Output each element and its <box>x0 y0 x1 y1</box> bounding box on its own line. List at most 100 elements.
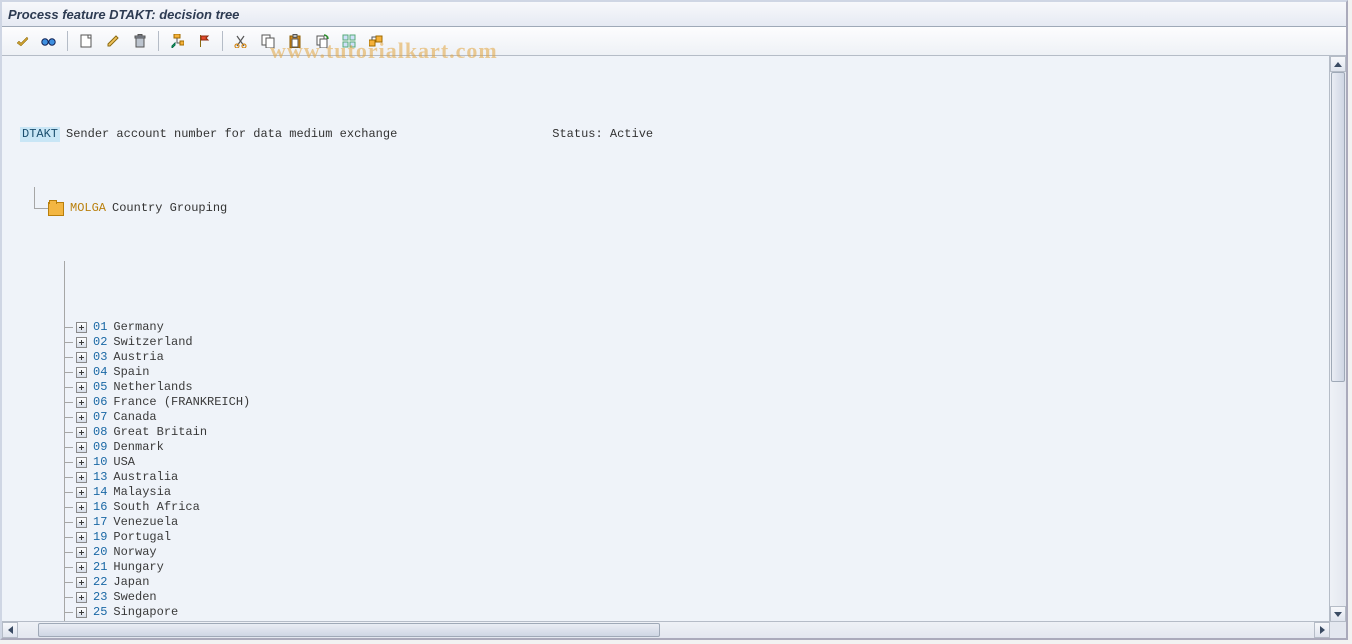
country-code: 02 <box>93 335 107 350</box>
country-code: 03 <box>93 350 107 365</box>
country-label: France (FRANKREICH) <box>113 395 250 410</box>
glasses-icon[interactable] <box>37 29 61 53</box>
grid-icon[interactable] <box>337 29 361 53</box>
scroll-up-button[interactable] <box>1330 56 1346 72</box>
scroll-thumb-horizontal[interactable] <box>38 623 660 637</box>
country-row[interactable]: 25Singapore <box>76 605 1328 620</box>
expand-icon[interactable] <box>76 367 87 378</box>
scroll-thumb-vertical[interactable] <box>1331 72 1345 382</box>
country-row[interactable]: 07Canada <box>76 410 1328 425</box>
root-code: DTAKT <box>20 127 60 142</box>
country-row[interactable]: 03 Austria <box>76 350 1328 365</box>
scroll-left-button[interactable] <box>2 622 18 638</box>
expand-icon[interactable] <box>76 532 87 543</box>
country-row[interactable]: 02Switzerland <box>76 335 1328 350</box>
root-desc: Sender account number for data medium ex… <box>66 127 397 142</box>
expand-icon[interactable] <box>76 577 87 588</box>
expand-icon[interactable] <box>76 547 87 558</box>
country-row[interactable]: 09Denmark <box>76 440 1328 455</box>
expand-icon[interactable] <box>76 502 87 513</box>
expand-icon[interactable] <box>76 337 87 348</box>
molga-row[interactable]: MOLGA Country Grouping <box>48 201 1328 216</box>
expand-icon[interactable] <box>76 382 87 393</box>
flag-icon[interactable] <box>192 29 216 53</box>
expand-icon[interactable] <box>76 442 87 453</box>
tree-root-row[interactable]: DTAKT Sender account number for data med… <box>20 127 1328 142</box>
scroll-right-button[interactable] <box>1314 622 1330 638</box>
new-icon[interactable] <box>74 29 98 53</box>
country-row[interactable]: 16 South Africa <box>76 500 1328 515</box>
expand-icon[interactable] <box>76 427 87 438</box>
expand-icon[interactable] <box>76 517 87 528</box>
country-code: 10 <box>93 455 107 470</box>
country-row[interactable]: 10 USA <box>76 455 1328 470</box>
country-code: 14 <box>93 485 107 500</box>
country-row[interactable]: 04Spain <box>76 365 1328 380</box>
country-row[interactable]: 06 France (FRANKREICH) <box>76 395 1328 410</box>
country-code: 23 <box>93 590 107 605</box>
expand-icon[interactable] <box>76 487 87 498</box>
country-row[interactable]: 21Hungary <box>76 560 1328 575</box>
window-title-bar: Process feature DTAKT: decision tree <box>2 2 1346 27</box>
country-label: Australia <box>113 470 178 485</box>
country-row[interactable]: 14Malaysia <box>76 485 1328 500</box>
paste-icon[interactable] <box>283 29 307 53</box>
country-row[interactable]: 01Germany <box>76 320 1328 335</box>
check-icon[interactable] <box>10 29 34 53</box>
cut-icon[interactable] <box>229 29 253 53</box>
expand-icon[interactable] <box>76 472 87 483</box>
country-label: Germany <box>113 320 163 335</box>
country-code: 08 <box>93 425 107 440</box>
copy-icon[interactable] <box>256 29 280 53</box>
move-node-icon[interactable] <box>165 29 189 53</box>
main-content: DTAKT Sender account number for data med… <box>2 56 1346 638</box>
refresh-icon[interactable] <box>310 29 334 53</box>
country-row[interactable]: 13 Australia <box>76 470 1328 485</box>
scroll-track-horizontal[interactable] <box>18 622 1314 638</box>
toolbar <box>2 27 1346 56</box>
country-code: 13 <box>93 470 107 485</box>
country-row[interactable]: 05 Netherlands <box>76 380 1328 395</box>
expand-icon[interactable] <box>76 412 87 423</box>
expand-icon[interactable] <box>76 592 87 603</box>
horizontal-scrollbar[interactable] <box>2 621 1330 638</box>
country-label: Sweden <box>113 590 156 605</box>
country-row[interactable]: 17Venezuela <box>76 515 1328 530</box>
country-code: 16 <box>93 500 107 515</box>
scroll-track-vertical[interactable] <box>1330 72 1346 606</box>
country-label: Japan <box>113 575 149 590</box>
expand-icon[interactable] <box>76 322 87 333</box>
country-label: Denmark <box>113 440 163 455</box>
country-label: South Africa <box>113 500 199 515</box>
expand-icon[interactable] <box>76 562 87 573</box>
content-wrap: DTAKT Sender account number for data med… <box>2 56 1346 638</box>
country-code: 06 <box>93 395 107 410</box>
country-row[interactable]: 08Great Britain <box>76 425 1328 440</box>
country-code: 17 <box>93 515 107 530</box>
expand-icon[interactable] <box>76 607 87 618</box>
country-code: 07 <box>93 410 107 425</box>
app-window: Process feature DTAKT: decision tree <box>0 0 1348 640</box>
expand-icon[interactable] <box>76 352 87 363</box>
country-row[interactable]: 23 Sweden <box>76 590 1328 605</box>
country-row[interactable]: 20Norway <box>76 545 1328 560</box>
toolbar-separator <box>222 31 223 51</box>
country-label: USA <box>113 455 135 470</box>
country-label: Netherlands <box>113 380 192 395</box>
country-label: Spain <box>113 365 149 380</box>
trash-icon[interactable] <box>128 29 152 53</box>
country-label: Austria <box>113 350 163 365</box>
help-icon[interactable] <box>364 29 388 53</box>
vertical-scrollbar[interactable] <box>1329 56 1346 622</box>
country-label: Hungary <box>113 560 163 575</box>
expand-icon[interactable] <box>76 397 87 408</box>
country-row[interactable]: 22Japan <box>76 575 1328 590</box>
country-label: Norway <box>113 545 156 560</box>
scroll-down-button[interactable] <box>1330 606 1346 622</box>
country-code: 05 <box>93 380 107 395</box>
expand-icon[interactable] <box>76 457 87 468</box>
toolbar-separator <box>67 31 68 51</box>
country-row[interactable]: 19Portugal <box>76 530 1328 545</box>
pencil-icon[interactable] <box>101 29 125 53</box>
country-label: Singapore <box>113 605 178 620</box>
